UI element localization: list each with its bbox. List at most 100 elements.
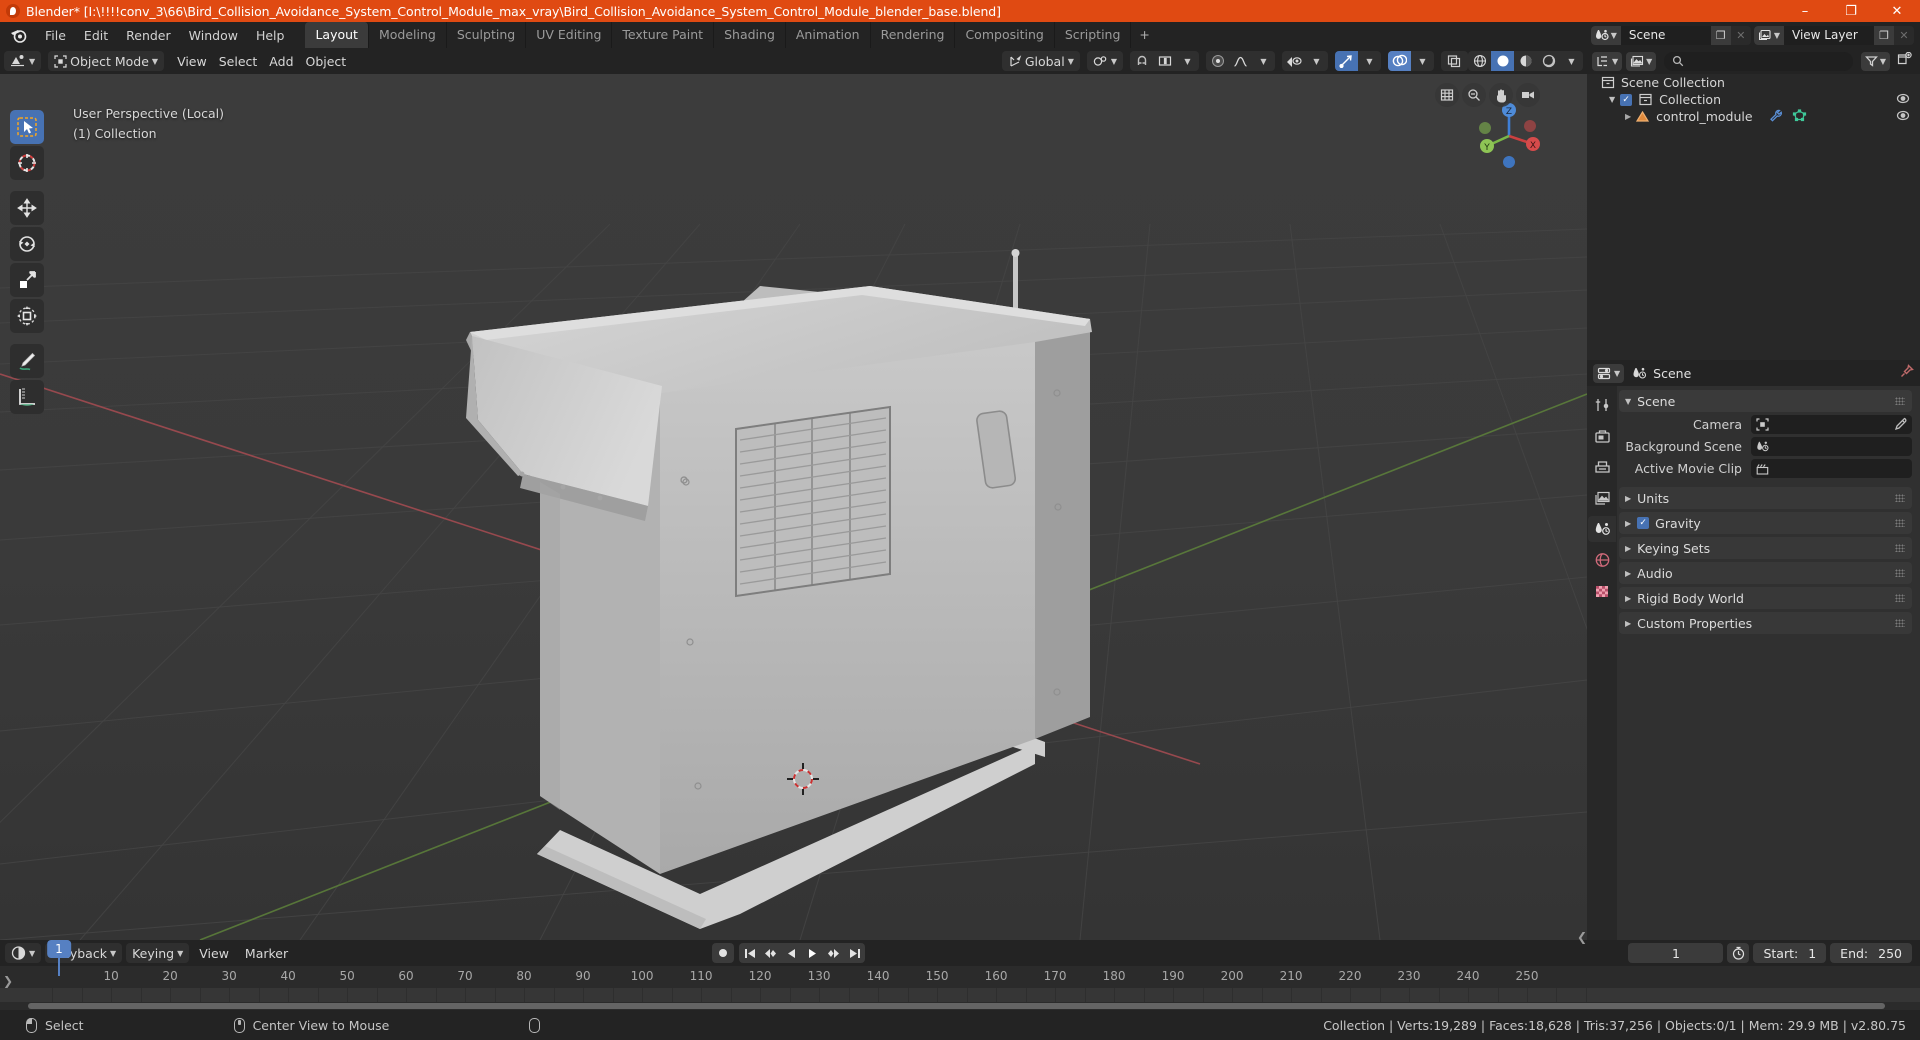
view-layer-name[interactable]: View Layer bbox=[1784, 25, 1874, 45]
object-mode-selector[interactable]: Object Mode ▼ bbox=[48, 51, 165, 71]
new-view-layer-button[interactable]: ❐ bbox=[1874, 25, 1894, 45]
start-frame-value[interactable]: 1 bbox=[1808, 946, 1816, 961]
panel-header-custom-properties[interactable]: ▶ Custom Properties bbox=[1619, 612, 1912, 634]
panel-header-gravity[interactable]: ▶ ✓ Gravity bbox=[1619, 512, 1912, 534]
view-layer-selector[interactable]: ▼ View Layer ❐ ✕ bbox=[1753, 25, 1914, 45]
panel-header-rigid-body-world[interactable]: ▶ Rigid Body World bbox=[1619, 587, 1912, 609]
collection-checkbox[interactable]: ✓ bbox=[1620, 93, 1633, 106]
chevron-down-icon[interactable]: ▼ bbox=[1176, 51, 1199, 71]
tool-tab[interactable] bbox=[1588, 392, 1616, 418]
proportional-editing-controls[interactable]: ▼ bbox=[1206, 51, 1275, 71]
chevron-down-icon[interactable]: ▼ bbox=[1252, 51, 1275, 71]
remove-view-layer-button[interactable]: ✕ bbox=[1894, 25, 1914, 45]
timeline-region-toggle-icon[interactable]: ❯ bbox=[3, 974, 13, 988]
workspace-tab-modeling[interactable]: Modeling bbox=[369, 22, 447, 48]
modifier-wrench-icon[interactable] bbox=[1769, 109, 1784, 125]
viewport-region-toggle-icon[interactable]: ❮ bbox=[1577, 930, 1587, 944]
menu-edit[interactable]: Edit bbox=[75, 25, 117, 46]
snap-target-icon[interactable] bbox=[1153, 51, 1176, 71]
output-tab[interactable] bbox=[1588, 454, 1616, 480]
rendered-shading-icon[interactable] bbox=[1537, 51, 1560, 71]
rotate-tool[interactable] bbox=[10, 227, 44, 261]
texture-tab[interactable] bbox=[1588, 578, 1616, 604]
use-preview-range-icon[interactable] bbox=[1727, 943, 1750, 963]
workspace-tab-layout[interactable]: Layout bbox=[305, 22, 369, 48]
new-scene-button[interactable]: ❐ bbox=[1710, 25, 1731, 45]
show-gizmo-icon[interactable] bbox=[1335, 51, 1358, 71]
visibility-eye-icon[interactable] bbox=[1282, 51, 1305, 71]
add-workspace-button[interactable]: + bbox=[1131, 22, 1157, 48]
workspace-tab-rendering[interactable]: Rendering bbox=[871, 22, 956, 48]
viewport-canvas[interactable] bbox=[0, 74, 1587, 940]
playhead-frame-badge[interactable]: 1 bbox=[47, 940, 71, 958]
outliner-row-control-module[interactable]: ▶ control_module bbox=[1587, 108, 1920, 125]
timeline-ruler[interactable]: 10 20 30 40 50 60 70 80 90 100 110 120 130 140 150 160 1… bbox=[0, 966, 1920, 988]
outliner-row-collection[interactable]: ▼ ✓ Collection bbox=[1587, 91, 1920, 108]
workspace-tab-animation[interactable]: Animation bbox=[786, 22, 871, 48]
disclosure-triangle-icon[interactable]: ▼ bbox=[1609, 95, 1615, 104]
proportional-edit-icon[interactable] bbox=[1206, 51, 1229, 71]
outliner-editor-type-selector[interactable]: ▼ bbox=[1592, 51, 1623, 71]
workspace-tab-sculpting[interactable]: Sculpting bbox=[447, 22, 527, 48]
next-keyframe-button[interactable] bbox=[823, 943, 844, 963]
new-collection-button[interactable] bbox=[1894, 51, 1915, 70]
active-movie-clip-field[interactable] bbox=[1751, 459, 1912, 478]
chevron-down-icon[interactable]: ▼ bbox=[1411, 51, 1434, 71]
workspace-tab-shading[interactable]: Shading bbox=[714, 22, 786, 48]
workspace-tab-compositing[interactable]: Compositing bbox=[955, 22, 1055, 48]
snap-magnet-icon[interactable] bbox=[1130, 51, 1153, 71]
frame-range-fields[interactable]: Start: 1 bbox=[1753, 943, 1827, 963]
show-overlays-icon[interactable] bbox=[1388, 51, 1411, 71]
visibility-selectability-controls[interactable]: ▼ bbox=[1282, 51, 1328, 71]
timeline-menu-keying[interactable]: Keying ▼ bbox=[126, 943, 190, 963]
panel-header-audio[interactable]: ▶ Audio bbox=[1619, 562, 1912, 584]
pin-icon[interactable] bbox=[1900, 364, 1914, 382]
timeline-scrollbar[interactable] bbox=[0, 1002, 1920, 1010]
snapping-controls[interactable]: ▼ bbox=[1130, 51, 1199, 71]
timeline-menu-marker[interactable]: Marker bbox=[239, 943, 294, 963]
timeline-editor-type-selector[interactable]: ▼ bbox=[5, 943, 42, 963]
cursor-tool[interactable] bbox=[10, 146, 44, 180]
outliner-display-mode-selector[interactable]: ▼ bbox=[1626, 51, 1657, 71]
tweak-select-tool[interactable] bbox=[10, 110, 44, 144]
outliner-filter-button[interactable]: ▼ bbox=[1860, 51, 1890, 71]
menu-help[interactable]: Help bbox=[247, 25, 294, 46]
workspace-tab-uv-editing[interactable]: UV Editing bbox=[526, 22, 613, 48]
workspace-tab-texture-paint[interactable]: Texture Paint bbox=[612, 22, 715, 48]
transform-orientation-selector[interactable]: Global ▼ bbox=[1001, 51, 1080, 71]
view-layer-tab[interactable] bbox=[1588, 485, 1616, 511]
gravity-checkbox[interactable]: ✓ bbox=[1637, 517, 1650, 529]
material-preview-shading-icon[interactable] bbox=[1514, 51, 1537, 71]
disclosure-triangle-icon[interactable]: ▼ bbox=[1625, 397, 1631, 406]
viewport-menu-add[interactable]: Add bbox=[263, 51, 299, 71]
workspace-tab-scripting[interactable]: Scripting bbox=[1055, 22, 1132, 48]
xray-toggle[interactable] bbox=[1441, 51, 1468, 71]
chevron-down-icon[interactable]: ▼ bbox=[1305, 51, 1328, 71]
scene-tab[interactable] bbox=[1588, 516, 1616, 542]
current-frame-field[interactable]: 1 bbox=[1628, 943, 1724, 963]
transform-tool[interactable] bbox=[10, 299, 44, 333]
window-close-button[interactable]: ✕ bbox=[1874, 0, 1920, 22]
menu-window[interactable]: Window bbox=[180, 25, 247, 46]
outliner-row-scene-collection[interactable]: Scene Collection bbox=[1587, 74, 1920, 91]
window-minimize-button[interactable]: – bbox=[1782, 0, 1828, 22]
window-maximize-button[interactable]: ❐ bbox=[1828, 0, 1874, 22]
viewport-menu-select[interactable]: Select bbox=[213, 51, 264, 71]
toggle-camera-icon[interactable] bbox=[1435, 83, 1459, 107]
render-tab[interactable] bbox=[1588, 423, 1616, 449]
overlay-controls[interactable]: ▼ bbox=[1388, 51, 1434, 71]
scene-name[interactable]: Scene bbox=[1620, 25, 1711, 45]
timeline-editor[interactable]: ▼ Playback ▼ Keying ▼ View Marker 1 Star… bbox=[0, 930, 1920, 1010]
pan-hand-icon[interactable] bbox=[1489, 83, 1513, 107]
play-reverse-button[interactable] bbox=[781, 943, 802, 963]
play-button[interactable] bbox=[802, 943, 823, 963]
measure-tool[interactable] bbox=[10, 380, 44, 414]
background-scene-field[interactable] bbox=[1751, 437, 1912, 456]
disclosure-triangle-icon[interactable]: ▶ bbox=[1625, 494, 1631, 503]
outliner-editor[interactable]: ▼ ▼ ▼ Scene Collection ▼ ✓ Collection ▶ … bbox=[1587, 48, 1920, 360]
visibility-eye-icon[interactable] bbox=[1896, 92, 1910, 107]
menu-file[interactable]: File bbox=[36, 25, 75, 46]
camera-field[interactable] bbox=[1751, 415, 1912, 434]
disclosure-triangle-icon[interactable]: ▶ bbox=[1625, 544, 1631, 553]
view-layer-icon[interactable]: ▼ bbox=[1753, 25, 1784, 45]
